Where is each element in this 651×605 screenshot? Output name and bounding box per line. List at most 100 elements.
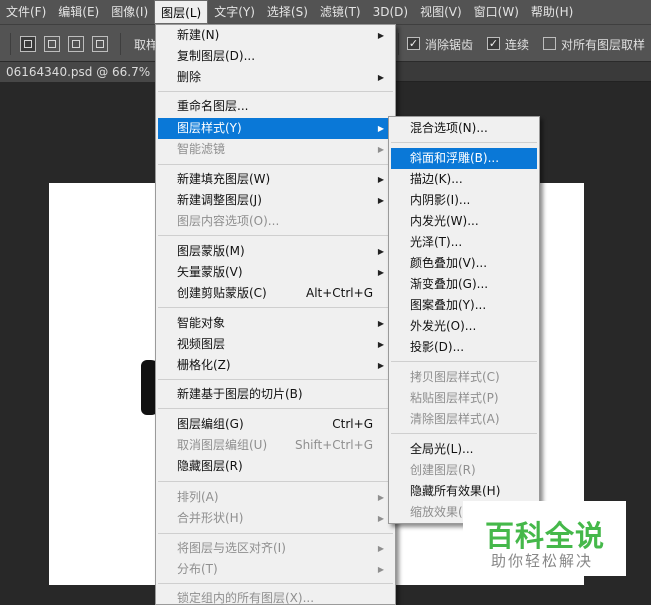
submenu-arrow-icon: ▶ — [377, 31, 384, 40]
menu-item-bevel-emboss[interactable]: 斜面和浮雕(B)... — [391, 148, 537, 169]
contiguous-checkbox[interactable]: ✓ — [487, 37, 500, 50]
menu-item-create-clipping-mask[interactable]: 创建剪贴蒙版(C) Alt+Ctrl+G — [158, 283, 393, 304]
menu-item-stroke[interactable]: 描边(K)... — [391, 169, 537, 190]
menu-item-drop-shadow[interactable]: 投影(D)... — [391, 337, 537, 358]
menu-item-distribute[interactable]: 分布(T) ▶ — [158, 559, 393, 580]
menu-item-create-layer[interactable]: 创建图层(R) — [391, 460, 537, 481]
menu-item-smart-filter[interactable]: 智能滤镜 ▶ — [158, 139, 393, 160]
menu-separator — [391, 433, 537, 434]
menu-type[interactable]: 文字(Y) — [208, 0, 261, 24]
divider — [10, 33, 11, 55]
document-tab[interactable]: 06164340.psd @ 66.7% (接缝 — [0, 62, 168, 82]
menu-separator — [391, 361, 537, 362]
menu-item-satin[interactable]: 光泽(T)... — [391, 232, 537, 253]
menu-help[interactable]: 帮助(H) — [525, 0, 579, 24]
submenu-arrow-icon: ▶ — [377, 175, 384, 184]
menu-item-lock-all-layers-in-group[interactable]: 锁定组内的所有图层(X)... — [158, 588, 393, 605]
submenu-arrow-icon: ▶ — [377, 319, 384, 328]
menu-separator — [158, 379, 393, 380]
menu-filter[interactable]: 滤镜(T) — [314, 0, 367, 24]
antialias-checkbox[interactable]: ✓ — [407, 37, 420, 50]
watermark-subtitle: 助你轻松解决 — [491, 552, 594, 570]
menu-separator — [158, 408, 393, 409]
menu-item-ungroup-layers[interactable]: 取消图层编组(U) Shift+Ctrl+G — [158, 435, 393, 456]
menu-item-new[interactable]: 新建(N) ▶ — [158, 25, 393, 46]
menu-item-layer-mask[interactable]: 图层蒙版(M) ▶ — [158, 241, 393, 262]
shortcut-label: Shift+Ctrl+G — [294, 438, 373, 452]
intersect-selection-icon[interactable] — [92, 36, 108, 52]
menu-item-blending-options[interactable]: 混合选项(N)... — [391, 118, 537, 139]
menu-file[interactable]: 文件(F) — [0, 0, 52, 24]
sample-all-layers-checkbox[interactable] — [543, 37, 556, 50]
menu-separator — [158, 91, 393, 92]
menu-item-vector-mask[interactable]: 矢量蒙版(V) ▶ — [158, 262, 393, 283]
menu-layer[interactable]: 图层(L) — [154, 0, 209, 24]
menu-item-new-layer-based-slice[interactable]: 新建基于图层的切片(B) — [158, 384, 393, 405]
menu-item-gradient-overlay[interactable]: 渐变叠加(G)... — [391, 274, 537, 295]
menu-separator — [158, 533, 393, 534]
submenu-arrow-icon: ▶ — [377, 340, 384, 349]
shortcut-label: Ctrl+G — [332, 417, 373, 431]
menu-item-new-fill-layer[interactable]: 新建填充图层(W) ▶ — [158, 169, 393, 190]
menu-separator — [158, 164, 393, 165]
menu-bar: 文件(F) 编辑(E) 图像(I) 图层(L) 文字(Y) 选择(S) 滤镜(T… — [0, 0, 651, 24]
antialias-label: 消除锯齿 — [425, 38, 474, 52]
menu-item-color-overlay[interactable]: 颜色叠加(V)... — [391, 253, 537, 274]
menu-item-clear-layer-style[interactable]: 清除图层样式(A) — [391, 409, 537, 430]
menu-item-align-to-selection[interactable]: 将图层与选区对齐(I) ▶ — [158, 538, 393, 559]
menu-select[interactable]: 选择(S) — [261, 0, 314, 24]
submenu-arrow-icon: ▶ — [377, 493, 384, 502]
menu-item-delete[interactable]: 删除 ▶ — [158, 67, 393, 88]
watermark-logo: 百科全说 助你轻松解决 — [463, 501, 626, 576]
layer-style-submenu: 混合选项(N)... 斜面和浮雕(B)... 描边(K)... 内阴影(I)..… — [388, 116, 540, 524]
menu-item-video-layers[interactable]: 视频图层 ▶ — [158, 334, 393, 355]
menu-3d[interactable]: 3D(D) — [367, 0, 414, 24]
new-selection-icon[interactable] — [20, 36, 36, 52]
menu-item-group-layers[interactable]: 图层编组(G) Ctrl+G — [158, 414, 393, 435]
menu-item-pattern-overlay[interactable]: 图案叠加(Y)... — [391, 295, 537, 316]
menu-item-paste-layer-style[interactable]: 粘贴图层样式(P) — [391, 388, 537, 409]
submenu-arrow-icon: ▶ — [377, 73, 384, 82]
menu-item-new-adjustment-layer[interactable]: 新建调整图层(J) ▶ — [158, 190, 393, 211]
menu-item-inner-shadow[interactable]: 内阴影(I)... — [391, 190, 537, 211]
shortcut-label: Alt+Ctrl+G — [305, 286, 373, 300]
submenu-arrow-icon: ▶ — [377, 268, 384, 277]
menu-item-outer-glow[interactable]: 外发光(O)... — [391, 316, 537, 337]
menu-item-layer-style[interactable]: 图层样式(Y) ▶ — [158, 118, 393, 139]
contiguous-label: 连续 — [505, 38, 530, 52]
submenu-arrow-icon: ▶ — [377, 196, 384, 205]
menu-item-layer-content-options[interactable]: 图层内容选项(O)... — [158, 211, 393, 232]
submenu-arrow-icon: ▶ — [377, 124, 384, 133]
menu-item-rasterize[interactable]: 栅格化(Z) ▶ — [158, 355, 393, 376]
menu-item-copy-layer-style[interactable]: 拷贝图层样式(C) — [391, 367, 537, 388]
menu-item-rename-layer[interactable]: 重命名图层... — [158, 96, 393, 117]
submenu-arrow-icon: ▶ — [377, 361, 384, 370]
submenu-arrow-icon: ▶ — [377, 514, 384, 523]
menu-separator — [158, 481, 393, 482]
submenu-arrow-icon: ▶ — [377, 145, 384, 154]
menu-item-combine-shapes[interactable]: 合并形状(H) ▶ — [158, 508, 393, 529]
menu-window[interactable]: 窗口(W) — [468, 0, 525, 24]
menu-item-duplicate-layer[interactable]: 复制图层(D)... — [158, 46, 393, 67]
divider — [398, 33, 399, 55]
menu-item-hide-all-effects[interactable]: 隐藏所有效果(H) — [391, 481, 537, 502]
submenu-arrow-icon: ▶ — [377, 565, 384, 574]
menu-item-arrange[interactable]: 排列(A) ▶ — [158, 487, 393, 508]
divider — [120, 33, 121, 55]
menu-item-smart-object[interactable]: 智能对象 ▶ — [158, 313, 393, 334]
menu-edit[interactable]: 编辑(E) — [52, 0, 105, 24]
menu-image[interactable]: 图像(I) — [105, 0, 154, 24]
menu-item-inner-glow[interactable]: 内发光(W)... — [391, 211, 537, 232]
menu-separator — [158, 235, 393, 236]
menu-separator — [158, 307, 393, 308]
menu-item-hide-layers[interactable]: 隐藏图层(R) — [158, 456, 393, 477]
menu-item-global-light[interactable]: 全局光(L)... — [391, 439, 537, 460]
subtract-selection-icon[interactable] — [68, 36, 84, 52]
submenu-arrow-icon: ▶ — [377, 544, 384, 553]
menu-separator — [158, 583, 393, 584]
layer-menu: 新建(N) ▶ 复制图层(D)... 删除 ▶ 重命名图层... 图层样式(Y) ▶ … — [155, 24, 396, 605]
watermark-title: 百科全说 — [485, 519, 606, 553]
add-selection-icon[interactable] — [44, 36, 60, 52]
submenu-arrow-icon: ▶ — [377, 247, 384, 256]
menu-view[interactable]: 视图(V) — [414, 0, 468, 24]
